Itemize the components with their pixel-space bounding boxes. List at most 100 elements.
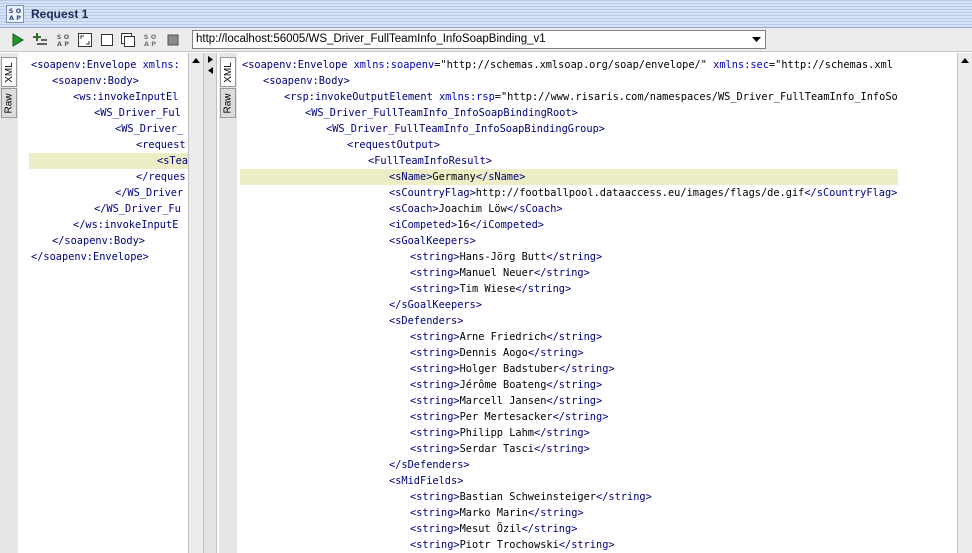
- code-line[interactable]: <WS_Driver_Ful: [29, 105, 188, 121]
- code-line[interactable]: </reques: [29, 169, 188, 185]
- xml-tag: <WS_Driver_FullTeamInfo_InfoSoapBindingG…: [326, 123, 605, 135]
- code-line[interactable]: <string>Tim Wiese</string>: [240, 281, 898, 297]
- code-line[interactable]: </sGoalKeepers>: [240, 297, 898, 313]
- response-xml-content: <soapenv:Envelope xmlns:soapenv ="http://…: [240, 57, 898, 553]
- tab-response-xml[interactable]: XML: [220, 57, 236, 87]
- xml-attr: xmlns:soapenv: [353, 59, 435, 71]
- xml-tag: <string>: [410, 379, 460, 391]
- soap-icon[interactable]: S O A P: [54, 31, 72, 49]
- xml-tag: </sDefenders>: [389, 459, 470, 471]
- code-line[interactable]: </WS_Driver_Fu: [29, 201, 188, 217]
- xml-val: ="http://schemas.xml: [768, 59, 893, 71]
- code-line[interactable]: <string>Mesut Özil</string>: [240, 521, 898, 537]
- code-line[interactable]: <soapenv:Envelope xmlns:: [29, 57, 188, 73]
- code-line[interactable]: <sGoalKeepers>: [240, 233, 898, 249]
- code-line[interactable]: <string>Marcell Jansen</string>: [240, 393, 898, 409]
- chevron-down-icon[interactable]: [751, 34, 762, 45]
- request-editor[interactable]: <soapenv:Envelope xmlns: <soapenv:Body> <w…: [29, 53, 188, 553]
- code-line[interactable]: <string>Serdar Tasci</string>: [240, 441, 898, 457]
- collapse-right-icon[interactable]: [206, 55, 215, 64]
- code-line[interactable]: <soapenv:Envelope xmlns:soapenv ="http://…: [240, 57, 898, 73]
- code-line[interactable]: <WS_Driver_FullTeamInfo_InfoSoapBindingG…: [240, 121, 898, 137]
- code-line[interactable]: </WS_Driver: [29, 185, 188, 201]
- code-line[interactable]: </ws:invokeInputE: [29, 217, 188, 233]
- code-line[interactable]: <sTea: [29, 153, 188, 169]
- add-assertion-icon[interactable]: [31, 31, 49, 49]
- xml-tag: <request: [136, 139, 186, 151]
- code-line[interactable]: <WS_Driver_FullTeamInfo_InfoSoapBindingR…: [240, 105, 898, 121]
- code-line[interactable]: <string>Jérôme Boateng</string>: [240, 377, 898, 393]
- xml-txt: Marcell Jansen: [459, 395, 547, 407]
- code-line[interactable]: <sMidFields>: [240, 473, 898, 489]
- code-line[interactable]: <FullTeamInfoResult>: [240, 153, 898, 169]
- xml-tag: <soapenv:Envelope: [242, 59, 354, 71]
- chevron-up-icon[interactable]: [959, 55, 971, 67]
- xml-txt: Bastian Schweinsteiger: [459, 491, 596, 503]
- xml-tag: </soapenv:Body>: [52, 235, 145, 247]
- code-line[interactable]: <sName>Germany</sName>: [240, 169, 898, 185]
- xml-tag: <sCountryFlag>: [389, 187, 476, 199]
- response-editor[interactable]: <soapenv:Envelope xmlns:soapenv ="http://…: [240, 53, 957, 553]
- request-scrollbar[interactable]: [188, 53, 203, 553]
- collapse-left-icon[interactable]: [206, 66, 215, 75]
- code-line[interactable]: <string>Manuel Neuer</string>: [240, 265, 898, 281]
- split-window-icon[interactable]: [119, 31, 137, 49]
- xml-tag: <string>: [410, 347, 460, 359]
- split-horizontal-icon[interactable]: [98, 31, 116, 49]
- xml-tag: <string>: [410, 523, 460, 535]
- code-line[interactable]: <string>Per Mertesacker</string>: [240, 409, 898, 425]
- fullscreen-icon[interactable]: [76, 31, 94, 49]
- tab-response-raw[interactable]: Raw: [220, 88, 236, 118]
- code-line[interactable]: <rsp:invokeOutputElement xmlns:rsp="http…: [240, 89, 898, 105]
- xml-tag: <string>: [410, 539, 460, 551]
- xml-tag: </string>: [558, 539, 615, 551]
- code-line[interactable]: </soapenv:Body>: [29, 233, 188, 249]
- code-line[interactable]: </sDefenders>: [240, 457, 898, 473]
- code-line[interactable]: <requestOutput>: [240, 137, 898, 153]
- soap-icon[interactable]: S O A P: [141, 31, 159, 49]
- code-line[interactable]: <string>Dennis Aogo</string>: [240, 345, 898, 361]
- code-line[interactable]: <soapenv:Body>: [29, 73, 188, 89]
- xml-tag: </string>: [534, 267, 590, 279]
- xml-tag: </string>: [546, 331, 603, 343]
- code-line[interactable]: <iCompeted>16</iCompeted>: [240, 217, 898, 233]
- code-line[interactable]: <soapenv:Body>: [240, 73, 898, 89]
- code-line[interactable]: <string>Bastian Schweinsteiger</string>: [240, 489, 898, 505]
- code-line[interactable]: <WS_Driver_: [29, 121, 188, 137]
- xml-txt: Philipp Lahm: [459, 427, 535, 439]
- chevron-up-icon[interactable]: [190, 55, 202, 67]
- xml-tag: <sGoalKeepers>: [389, 235, 476, 247]
- code-line[interactable]: <sCoach>Joachim Löw</sCoach>: [240, 201, 898, 217]
- xml-tag: <string>: [410, 411, 460, 423]
- run-icon[interactable]: [8, 31, 26, 49]
- code-line[interactable]: <string>Arne Friedrich</string>: [240, 329, 898, 345]
- title-bar: S O A P Request 1: [0, 0, 972, 28]
- endpoint-select[interactable]: http://localhost:56005/WS_Driver_FullTea…: [192, 30, 766, 49]
- response-scrollbar[interactable]: [957, 53, 972, 553]
- code-line[interactable]: <string>Marko Marin</string>: [240, 505, 898, 521]
- code-line[interactable]: <string>Philipp Lahm</string>: [240, 425, 898, 441]
- code-line[interactable]: <string>Hans-Jörg Butt</string>: [240, 249, 898, 265]
- code-line[interactable]: </soapenv:Envelope>: [29, 249, 188, 265]
- code-line[interactable]: <sCountryFlag>http://footballpool.dataac…: [240, 185, 898, 201]
- xml-attr: xmlns:rsp: [438, 91, 495, 103]
- xml-txt: Serdar Tasci: [459, 443, 535, 455]
- tab-request-xml[interactable]: XML: [1, 57, 17, 87]
- xml-attr: xmlns:sec: [713, 59, 769, 71]
- stop-icon[interactable]: [164, 31, 182, 49]
- xml-val: ="http://www.risaris.com/namespaces/WS_D…: [494, 91, 898, 103]
- xml-tag: <WS_Driver_Ful: [94, 107, 181, 119]
- xml-tag: </string>: [515, 283, 572, 295]
- xml-tag: <soapenv:Body>: [263, 75, 350, 87]
- xml-tag: <soapenv:Body>: [52, 75, 139, 87]
- code-line[interactable]: <string>Holger Badstuber</string>: [240, 361, 898, 377]
- xml-txt: Hans-Jörg Butt: [459, 251, 547, 263]
- xml-tag: </iCompeted>: [469, 219, 545, 231]
- tab-request-raw[interactable]: Raw: [1, 88, 17, 118]
- code-line[interactable]: <ws:invokeInputEl: [29, 89, 188, 105]
- code-line[interactable]: <string>Piotr Trochowski</string>: [240, 537, 898, 553]
- xml-tag: <sCoach>: [389, 203, 439, 215]
- split-divider[interactable]: [203, 53, 217, 553]
- code-line[interactable]: <request: [29, 137, 188, 153]
- code-line[interactable]: <sDefenders>: [240, 313, 898, 329]
